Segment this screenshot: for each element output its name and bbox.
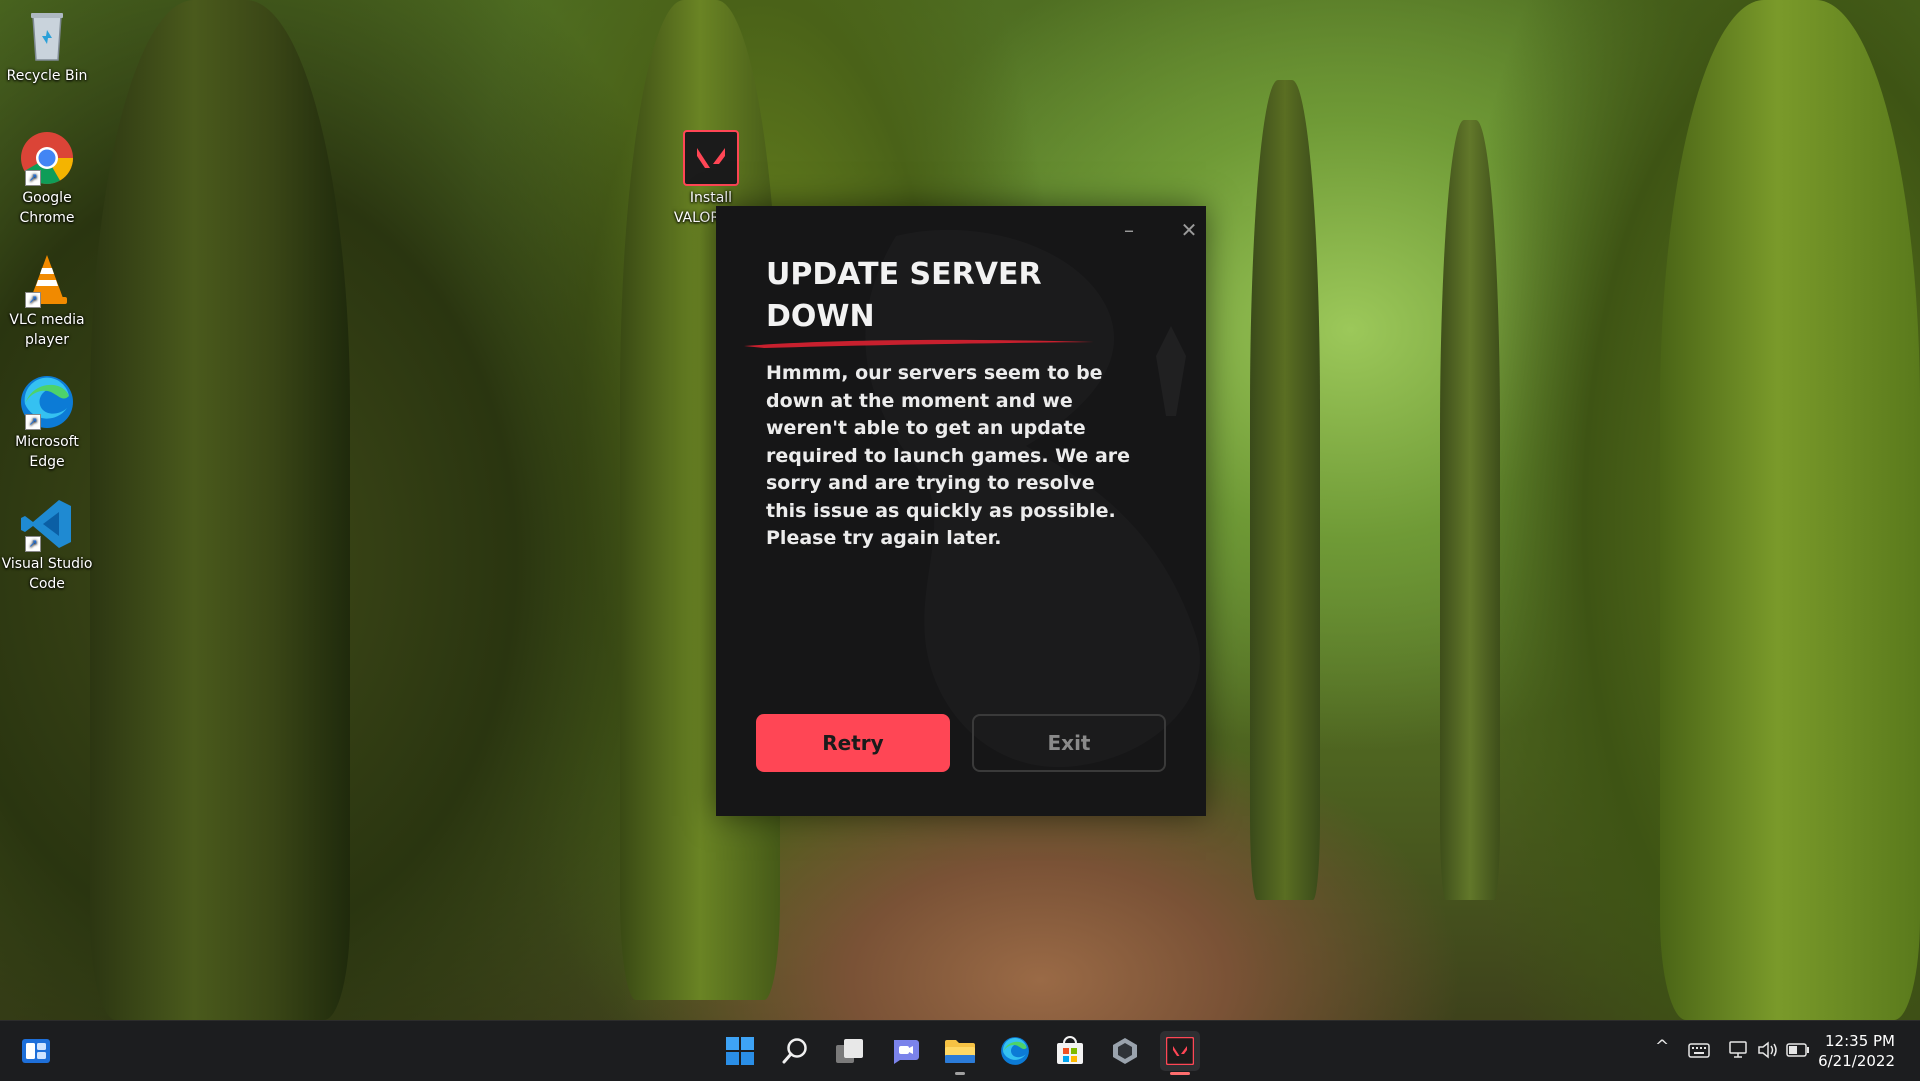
- title-underline-swoosh: [744, 339, 1094, 348]
- volume-icon[interactable]: [1757, 1041, 1779, 1059]
- shortcut-arrow-icon: ↗: [25, 414, 41, 430]
- desktop-icon-label: Recycle Bin: [6, 68, 88, 84]
- show-hidden-icons-chevron[interactable]: ^: [1655, 1037, 1669, 1057]
- widgets-icon: [22, 1039, 50, 1063]
- microsoft-store-button[interactable]: [1050, 1031, 1090, 1071]
- desktop-icon-label: VLC media player: [9, 312, 85, 348]
- task-view-button[interactable]: [830, 1031, 870, 1071]
- folder-icon: [945, 1040, 975, 1063]
- system-clock[interactable]: 12:35 PM 6/21/2022: [1818, 1031, 1895, 1071]
- active-window-indicator: [1170, 1072, 1190, 1075]
- desktop-icon-recycle-bin[interactable]: Recycle Bin: [0, 8, 94, 86]
- shortcut-arrow-icon: ↗: [25, 536, 41, 552]
- vlc-cone-icon: ↗: [19, 252, 75, 308]
- riot-client-button[interactable]: [1105, 1031, 1145, 1071]
- dialog-message: Hmmm, our servers seem to be down at the…: [766, 362, 1131, 549]
- running-indicator: [955, 1072, 965, 1075]
- network-icon[interactable]: [1728, 1040, 1750, 1060]
- start-button[interactable]: [720, 1031, 760, 1071]
- update-error-dialog: – ✕ UPDATE SERVER DOWN Hmmm, our servers…: [716, 206, 1206, 816]
- clock-date: 6/21/2022: [1818, 1052, 1895, 1070]
- desktop-icon-vlc[interactable]: ↗ VLC media player: [0, 252, 94, 350]
- wallpaper-tree-trunk: [1660, 0, 1920, 1020]
- teams-chat-icon: [894, 1040, 919, 1064]
- minimize-button[interactable]: –: [1112, 216, 1146, 244]
- wallpaper-tree-trunk: [90, 0, 350, 1020]
- edge-icon: [1001, 1037, 1029, 1065]
- windows-logo-icon: [726, 1037, 754, 1065]
- desktop-icon-label: Microsoft Edge: [15, 434, 79, 470]
- chrome-icon: ↗: [19, 130, 75, 186]
- file-explorer-button[interactable]: [940, 1031, 980, 1075]
- chat-button[interactable]: [885, 1031, 925, 1071]
- task-view-icon: [836, 1039, 863, 1063]
- riot-client-icon: [1113, 1038, 1137, 1064]
- vscode-icon: ↗: [19, 496, 75, 552]
- shortcut-arrow-icon: ↗: [25, 170, 41, 186]
- desktop-icon-label: Visual Studio Code: [1, 556, 93, 592]
- close-button[interactable]: ✕: [1172, 216, 1206, 244]
- edge-icon: ↗: [19, 374, 75, 430]
- dialog-title: UPDATE SERVER DOWN: [766, 257, 1042, 334]
- valorant-icon: [1166, 1037, 1194, 1065]
- recycle-bin-icon: [19, 8, 75, 64]
- search-button[interactable]: [775, 1031, 815, 1071]
- shortcut-arrow-icon: ↗: [25, 292, 41, 308]
- desktop-icon-google-chrome[interactable]: ↗ Google Chrome: [0, 130, 94, 228]
- wallpaper-tree-trunk: [1440, 120, 1500, 900]
- desktop-icon-label: Google Chrome: [19, 190, 75, 226]
- taskbar: ^ 12:35 PM 6/21/2022: [0, 1020, 1920, 1081]
- clock-time: 12:35 PM: [1825, 1032, 1895, 1050]
- widgets-button[interactable]: [16, 1031, 56, 1071]
- keyboard-icon[interactable]: [1688, 1043, 1710, 1059]
- store-bag-icon: [1057, 1036, 1083, 1064]
- valorant-icon: [683, 130, 739, 186]
- retry-button[interactable]: Retry: [756, 714, 950, 772]
- wallpaper-tree-trunk: [1250, 80, 1320, 900]
- valorant-taskbar-button[interactable]: [1160, 1031, 1200, 1075]
- exit-button[interactable]: Exit: [972, 714, 1166, 772]
- search-icon: [782, 1038, 807, 1064]
- edge-taskbar-button[interactable]: [995, 1031, 1035, 1071]
- desktop-icon-vscode[interactable]: ↗ Visual Studio Code: [0, 496, 94, 594]
- battery-icon[interactable]: [1786, 1043, 1810, 1057]
- desktop-icon-microsoft-edge[interactable]: ↗ Microsoft Edge: [0, 374, 94, 472]
